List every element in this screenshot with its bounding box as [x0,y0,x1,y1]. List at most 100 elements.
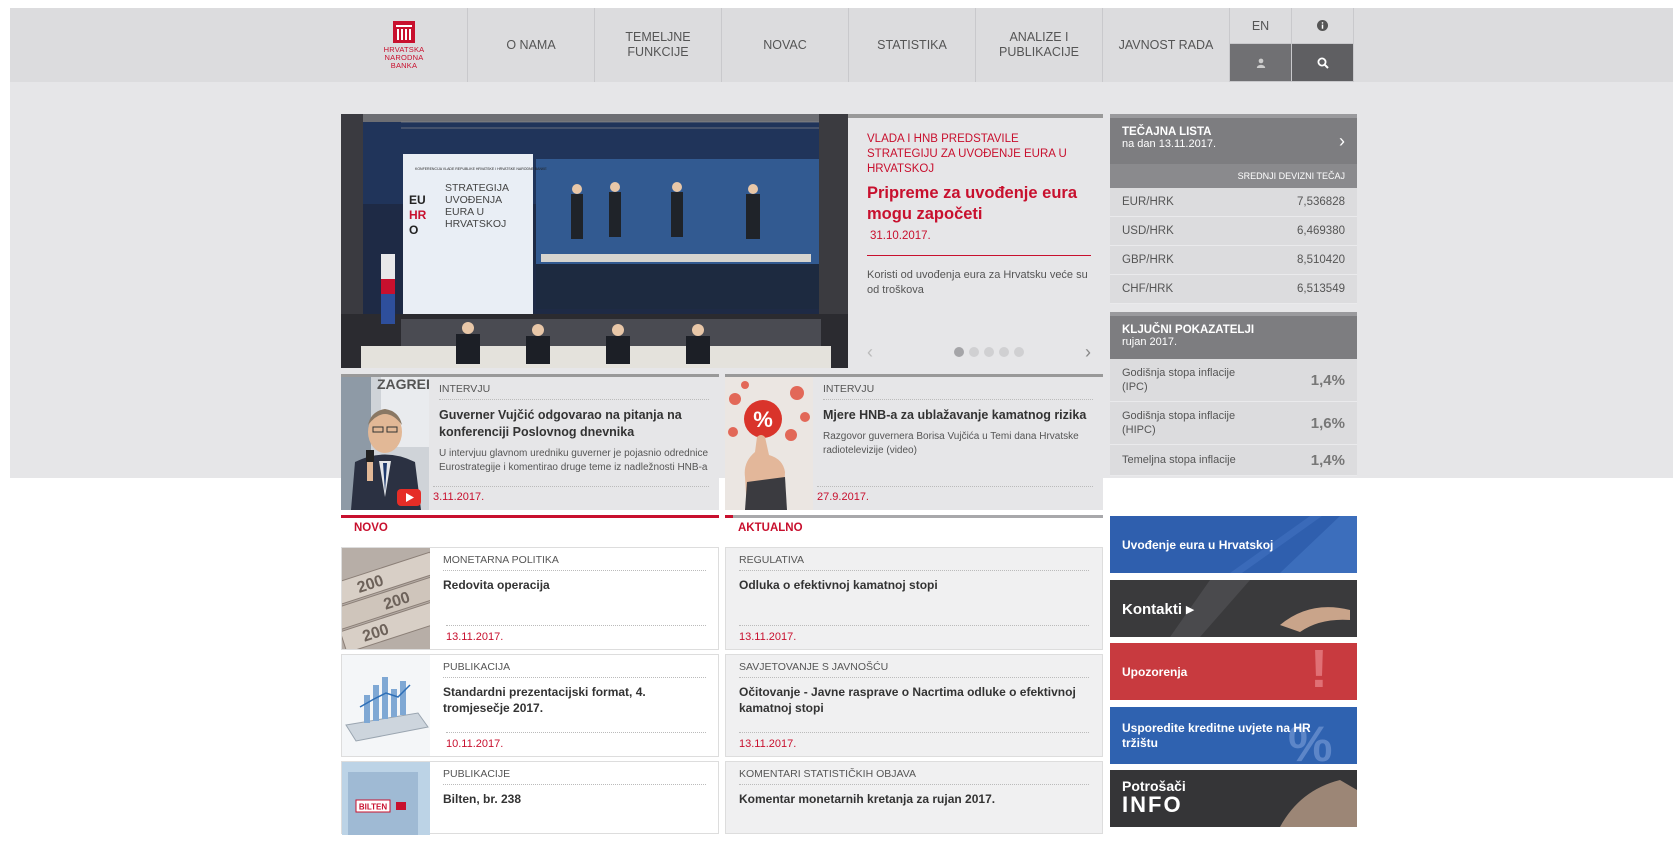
bulletin-badge: BILTEN [359,803,388,812]
news-title[interactable]: Odluka o efektivnoj kamatnoj stopi [739,577,1089,593]
interview-card[interactable]: ZAGREB ANCI DIST INTERVJU Guverner Vujči… [341,374,719,510]
tablet-chart-image [342,655,430,756]
news-thumbnail: 200 200 200 [342,548,430,649]
nav-item-analize-i-publikacije[interactable]: ANALIZE I PUBLIKACIJE [976,8,1103,82]
nav-item-o-nama[interactable]: O NAMA [468,8,595,82]
news-body: PUBLIKACIJA Standardni prezentacijski fo… [443,655,706,756]
news-title[interactable]: Standardni prezentacijski format, 4. tro… [443,684,706,716]
news-item[interactable]: 200 200 200 MONETARNA POLITIKA Redovita … [341,547,719,650]
nav-item-temeljne-funkcije[interactable]: TEMELJNE FUNKCIJE [595,8,722,82]
news-title[interactable]: Očitovanje - Javne rasprave o Nacrtima o… [739,684,1089,716]
nav-tools: EN [1230,8,1354,82]
nav-item-javnost-rada[interactable]: JAVNOST RADA [1103,8,1230,82]
hero-date: 31.10.2017. [870,230,931,242]
currency-pair: USD/HRK [1122,225,1174,237]
hnb-logo[interactable]: HRVATSKA NARODNA BANKA [341,8,468,82]
interview-video-thumbnail[interactable]: ZAGREB ANCI DIST [341,377,429,510]
rate-value: 8,510420 [1297,254,1345,266]
key-indicators-header[interactable]: KLJUČNI POKAZATELJI rujan 2017. [1110,312,1357,359]
language-switch[interactable]: EN [1230,8,1292,44]
section-title-novo: NOVO [354,522,388,534]
indicator-row: Temeljna stopa inflacije 1,4% [1110,445,1357,476]
exchange-rates-header[interactable]: TEČAJNA LISTA na dan 13.11.2017. › [1110,114,1357,164]
interview-thumbnail[interactable]: % [725,377,813,510]
nav-item-novac[interactable]: NOVAC [722,8,849,82]
slider-dot-4[interactable] [999,347,1009,357]
news-item[interactable]: REGULATIVA Odluka o efektivnoj kamatnoj … [725,547,1103,650]
slider-dot-5[interactable] [1014,347,1024,357]
exchange-rate-row: GBP/HRK 8,510420 [1110,246,1357,275]
news-thumbnail: BILTEN [342,762,430,863]
banner-euro-introduction[interactable]: Uvođenje eura u Hrvatskoj [1110,516,1357,573]
percent-badge: % [753,407,773,432]
banner-contacts[interactable]: Kontakti ▸ [1110,580,1357,637]
rate-value: 6,469380 [1297,225,1345,237]
news-item[interactable]: BILTEN PUBLIKACIJE Bilten, br. 238 [341,761,719,835]
slider-dot-2[interactable] [969,347,979,357]
search-button[interactable] [1292,44,1354,82]
youtube-play-icon[interactable] [397,489,421,506]
indicator-label: Godišnja stopa inflacije (IPC) [1122,367,1236,393]
currency-pair: CHF/HRK [1122,283,1174,295]
interview-card-body: INTERVJU Guverner Vujčić odgovarao na pi… [429,377,719,510]
card-category: INTERVJU [823,383,1093,400]
background-text: ZAGREB ANCI DIST [377,377,429,392]
exchange-rate-row: EUR/HRK 7,536828 [1110,188,1357,217]
news-category: KOMENTARI STATISTIČKIH OBJAVA [739,768,1089,785]
indicator-label: Temeljna stopa inflacije [1122,454,1236,466]
banner-label: Upozorenja [1122,664,1188,679]
news-title[interactable]: Bilten, br. 238 [443,791,706,807]
slider-dot-3[interactable] [984,347,994,357]
aktualno-section-accent [725,515,733,518]
screen-text-o: O [409,223,418,237]
screen-text-strategy: STRATEGIJA UVOĐENJA EURA U HRVATSKOJ [445,182,509,230]
bulletin-cover-image: BILTEN [342,762,430,835]
card-date: 27.9.2017. [817,486,1093,503]
hero-image[interactable]: KONFERENCIJA VLADE REPUBLIKE HRVATSKE I … [341,114,848,368]
news-body: MONETARNA POLITIKA Redovita operacija 13… [443,548,706,649]
banner-compare-credit[interactable]: % Usporedite kreditne uvjete na HR tržiš… [1110,707,1357,764]
card-description: U intervjuu glavnom uredniku guverner je… [439,448,709,473]
news-item[interactable]: PUBLIKACIJA Standardni prezentacijski fo… [341,654,719,757]
sidebar-widgets: TEČAJNA LISTA na dan 13.11.2017. › SREDN… [1110,114,1357,476]
interview-card[interactable]: % INTERVJU Mjere HNB-a za ublažavanje ka… [725,374,1103,510]
news-date: 13.11.2017. [739,625,1089,643]
section-title-aktualno: AKTUALNO [738,522,803,534]
chevron-right-icon[interactable]: › [1085,343,1091,361]
card-title[interactable]: Guverner Vujčić odgovarao na pitanja na … [439,407,709,441]
rate-value: 6,513549 [1297,283,1345,295]
indicator-row: Godišnja stopa inflacije (IPC) 1,4% [1110,359,1357,402]
svg-text:!: ! [1310,643,1328,699]
indicator-value: 1,6% [1310,414,1345,432]
banner-consumer-info[interactable]: Potrošači INFO [1110,770,1357,827]
exchange-rates-column-header: SREDNJI DEVIZNI TEČAJ [1110,164,1357,188]
hero-divider [867,255,1091,256]
hero-text-panel: VLADA I HNB PREDSTAVILE STRATEGIJU ZA UV… [848,114,1103,368]
news-title[interactable]: Komentar monetarnih kretanja za rujan 20… [739,791,1089,807]
currency-pair: EUR/HRK [1122,196,1174,208]
info-icon [1317,20,1328,31]
news-body: PUBLIKACIJE Bilten, br. 238 [443,762,706,833]
banner-label: Kontakti ▸ [1122,600,1194,618]
exchange-rate-row: USD/HRK 6,469380 [1110,217,1357,246]
banner-label: Uvođenje eura u Hrvatskoj [1122,537,1274,552]
news-category: MONETARNA POLITIKA [443,554,706,571]
news-item[interactable]: SAVJETOVANJE S JAVNOŠĆU Očitovanje - Jav… [725,654,1103,757]
card-title[interactable]: Mjere HNB-a za ublažavanje kamatnog rizi… [823,407,1093,424]
chevron-left-icon[interactable]: ‹ [867,343,873,361]
news-item[interactable]: KOMENTARI STATISTIČKIH OBJAVA Komentar m… [725,761,1103,834]
interest-rate-photo: % [725,377,813,510]
hero-title[interactable]: Pripreme za uvođenje eura mogu započeti [867,183,1091,225]
news-date: 13.11.2017. [446,625,706,643]
nav-item-statistika[interactable]: STATISTIKA [849,8,976,82]
news-body: SAVJETOVANJE S JAVNOŠĆU Očitovanje - Jav… [739,655,1089,756]
user-button[interactable] [1230,44,1292,82]
banner-warnings[interactable]: ! Upozorenja [1110,643,1357,700]
slider-dot-1[interactable] [954,347,964,357]
news-title[interactable]: Redovita operacija [443,577,706,593]
news-category: SAVJETOVANJE S JAVNOŠĆU [739,661,1089,678]
banner-label-info: INFO [1122,792,1183,817]
key-indicators-title: KLJUČNI POKAZATELJI [1122,324,1255,336]
card-description: Razgovor guvernera Borisa Vujčića u Temi… [823,431,1079,456]
info-button[interactable] [1292,8,1354,44]
